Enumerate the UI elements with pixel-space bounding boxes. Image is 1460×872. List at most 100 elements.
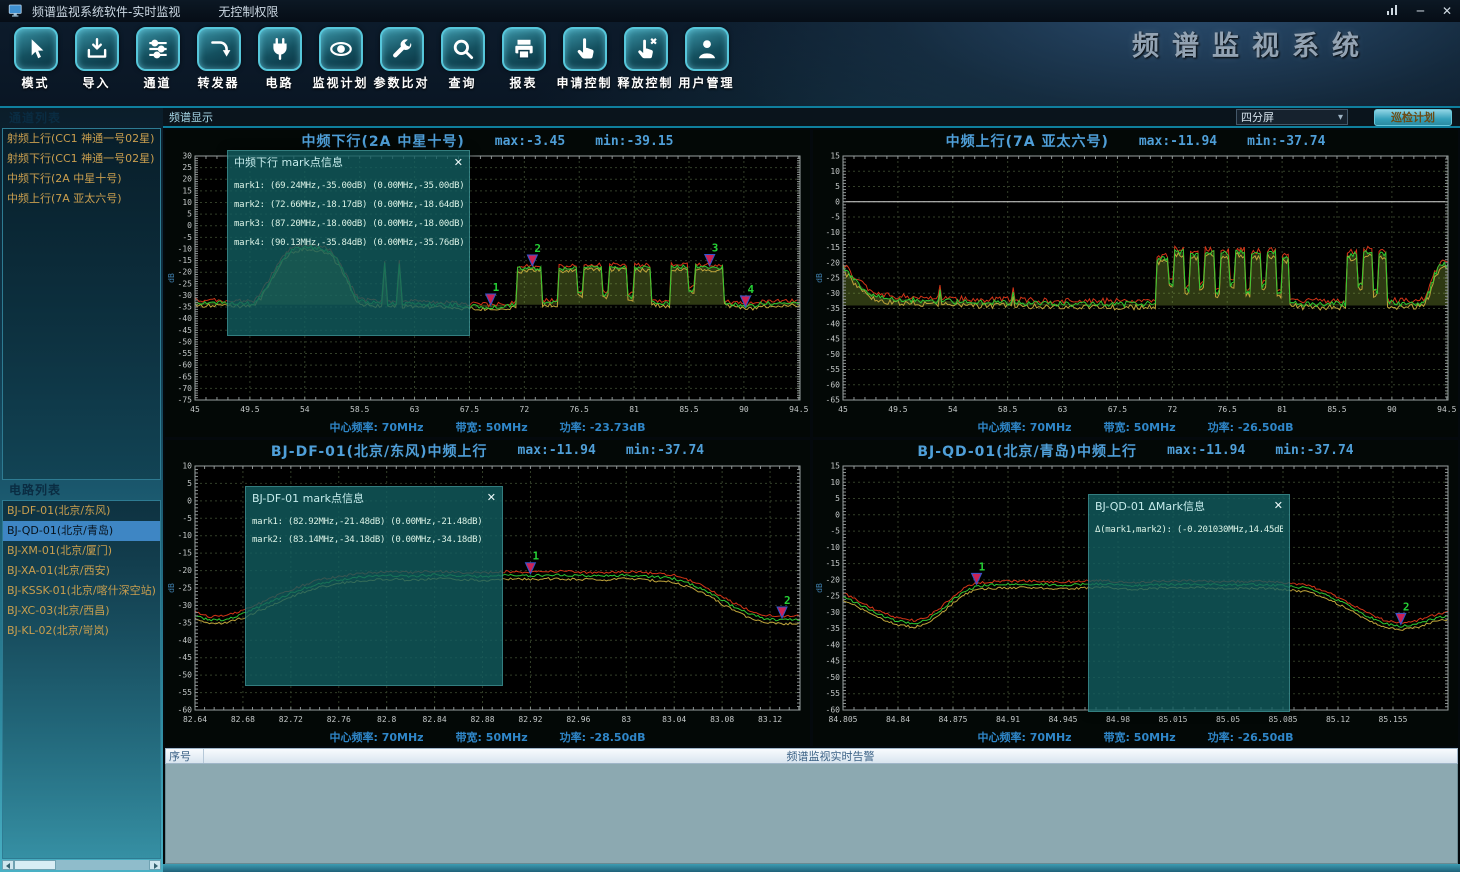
- svg-text:-50: -50: [178, 337, 193, 346]
- toolbar-button-channel[interactable]: 通道: [130, 27, 185, 91]
- svg-text:-10: -10: [826, 542, 841, 551]
- svg-text:76.5: 76.5: [1218, 405, 1237, 414]
- plug-icon: [258, 27, 302, 71]
- mark-info-row: mark3: (87.20MHz,-18.00dB) (0.00MHz,-18.…: [234, 215, 463, 234]
- mark-info-panel[interactable]: BJ-QD-01 ΔMark信息✕Δ(mark1,mark2): (-0.201…: [1088, 494, 1290, 712]
- toolbar-button-request-control[interactable]: 申请控制: [557, 27, 612, 91]
- circuit-list-item[interactable]: BJ-XM-01(北京/厦门): [3, 541, 160, 561]
- svg-text:82.96: 82.96: [566, 715, 590, 724]
- circuit-list-item[interactable]: BJ-KL-02(北京/岢岚): [3, 621, 160, 641]
- svg-text:85.5: 85.5: [1327, 405, 1346, 414]
- app-window: 频谱监视系统软件-实时监视 无控制权限 ─ ✕ 模式导入 通道转发器 电路 监视计划参…: [0, 0, 1460, 872]
- channel-list-item[interactable]: 射频下行(CC1 神通一号02星): [3, 149, 160, 169]
- chart-panel: 中频下行(2A 中星十号)max:-3.45min:-39.151234-75-…: [165, 130, 810, 437]
- svg-text:-60: -60: [826, 705, 841, 714]
- patrol-plan-button[interactable]: 巡检计划: [1374, 109, 1452, 126]
- chart-min-value: min:-39.15: [595, 134, 673, 149]
- circuit-list-item[interactable]: BJ-QD-01(北京/青岛): [3, 521, 160, 541]
- toolbar-label: 电路: [265, 74, 293, 91]
- spectrum-plot[interactable]: -65-60-55-50-45-40-35-30-25-20-15-10-505…: [813, 152, 1458, 418]
- svg-text:-30: -30: [178, 291, 193, 300]
- channel-list-item[interactable]: 中频下行(2A 中星十号): [3, 169, 160, 189]
- circuit-list-item[interactable]: BJ-DF-01(北京/东风): [3, 501, 160, 521]
- svg-text:84.875: 84.875: [939, 715, 968, 724]
- screen-layout-select[interactable]: 四分屏 ▾: [1236, 109, 1348, 125]
- circuit-list-item[interactable]: BJ-XC-03(北京/西昌): [3, 601, 160, 621]
- marker-label: 3: [712, 242, 719, 255]
- toolbar-button-mode[interactable]: 模式: [8, 27, 63, 91]
- svg-text:-15: -15: [826, 559, 841, 568]
- channel-list-item[interactable]: 中频上行(7A 亚太六号): [3, 189, 160, 209]
- circuit-list-item[interactable]: BJ-XA-01(北京/西安): [3, 561, 160, 581]
- scrollbar-thumb[interactable]: [14, 860, 56, 870]
- toolbar-label: 报表: [509, 74, 537, 91]
- toolbar-button-user-manage[interactable]: 用户管理: [679, 27, 734, 91]
- svg-text:-60: -60: [178, 705, 193, 714]
- chart-title-row: BJ-DF-01(北京/东风)中频上行max:-11.94min:-37.74: [271, 440, 704, 462]
- mark-info-panel[interactable]: BJ-DF-01 mark点信息✕mark1: (82.92MHz,-21.48…: [245, 486, 503, 686]
- svg-text:-45: -45: [178, 653, 193, 662]
- mark-info-panel[interactable]: 中频下行 mark点信息✕mark1: (69.24MHz,-35.00dB) …: [227, 150, 470, 336]
- chart-min-value: min:-37.74: [1275, 443, 1353, 458]
- chart-footer-item: 功率: -23.73dB: [560, 419, 646, 435]
- svg-text:-5: -5: [830, 213, 840, 222]
- toolbar-button-import[interactable]: 导入: [69, 27, 124, 91]
- svg-text:84.945: 84.945: [1049, 715, 1078, 724]
- titlebar: 频谱监视系统软件-实时监视 无控制权限 ─ ✕: [0, 0, 1460, 22]
- svg-text:5: 5: [835, 494, 840, 503]
- close-button[interactable]: ✕: [1442, 4, 1452, 18]
- scroll-right-icon[interactable]: [149, 860, 161, 870]
- alert-header: 序号 频谱监视实时告警: [165, 748, 1458, 764]
- svg-text:-75: -75: [178, 396, 193, 405]
- channel-list-item[interactable]: 射频上行(CC1 神通一号02星): [3, 129, 160, 149]
- svg-text:85.085: 85.085: [1269, 715, 1298, 724]
- signal-icon: [1387, 4, 1399, 18]
- alert-col-no: 序号: [166, 749, 204, 763]
- sidebar-scrollbar[interactable]: [2, 860, 161, 870]
- svg-text:83.08: 83.08: [710, 715, 734, 724]
- circuit-list-item[interactable]: BJ-KSSK-01(北京/喀什深空站): [3, 581, 160, 601]
- scrollbar-track[interactable]: [14, 860, 149, 870]
- toolbar-button-circuit[interactable]: 电路: [252, 27, 307, 91]
- svg-text:-25: -25: [178, 279, 193, 288]
- close-icon[interactable]: ✕: [454, 156, 463, 169]
- sliders-icon: [136, 27, 180, 71]
- toolbar-button-param-compare[interactable]: 参数比对: [374, 27, 429, 91]
- svg-text:90: 90: [1387, 405, 1397, 414]
- toolbar-button-transponder[interactable]: 转发器: [191, 27, 246, 91]
- svg-text:-65: -65: [178, 372, 193, 381]
- chart-panel: BJ-DF-01(北京/东风)中频上行max:-11.94min:-37.741…: [165, 440, 810, 747]
- tab-spectrum-display[interactable]: 频谱显示: [169, 109, 213, 125]
- printer-icon: [502, 27, 546, 71]
- svg-text:45: 45: [838, 405, 848, 414]
- toolbar-label: 导入: [82, 74, 110, 91]
- svg-text:-30: -30: [178, 600, 193, 609]
- mark-info-rows: Δ(mark1,mark2): (-0.201030MHz,14.45dB): [1089, 515, 1289, 546]
- svg-text:-15: -15: [178, 548, 193, 557]
- toolbar-button-query[interactable]: 查询: [435, 27, 490, 91]
- svg-text:0: 0: [835, 510, 840, 519]
- close-icon[interactable]: ✕: [487, 491, 496, 504]
- svg-text:81: 81: [1277, 405, 1287, 414]
- svg-text:85.155: 85.155: [1379, 715, 1408, 724]
- toolbar-button-release-control[interactable]: 释放控制: [618, 27, 673, 91]
- toolbar-label: 参数比对: [374, 74, 430, 91]
- content-area: 频谱显示 四分屏 ▾ 巡检计划 中频下行(2A 中星十号)max:-3.45mi…: [163, 108, 1460, 872]
- svg-text:83.04: 83.04: [662, 715, 686, 724]
- svg-text:85.5: 85.5: [679, 405, 698, 414]
- svg-text:-55: -55: [826, 689, 841, 698]
- minimize-button[interactable]: ─: [1417, 4, 1424, 18]
- chart-max-value: max:-11.94: [1167, 443, 1245, 458]
- mark-info-titlebar: 中频下行 mark点信息✕: [228, 151, 469, 171]
- chart-title: BJ-DF-01(北京/东风)中频上行: [271, 441, 488, 461]
- svg-text:-60: -60: [826, 380, 841, 389]
- scroll-left-icon[interactable]: [2, 860, 14, 870]
- close-icon[interactable]: ✕: [1274, 499, 1283, 512]
- toolbar-button-report[interactable]: 报表: [496, 27, 551, 91]
- svg-text:-65: -65: [826, 396, 841, 405]
- svg-text:0: 0: [187, 496, 192, 505]
- chart-footer: 中心频率: 70MHz带宽: 50MHz功率: -28.50dB: [329, 728, 645, 746]
- screen-layout-value: 四分屏: [1241, 109, 1274, 125]
- toolbar-button-monitor-plan[interactable]: 监视计划: [313, 27, 368, 91]
- toolbar-label: 转发器: [197, 74, 239, 91]
